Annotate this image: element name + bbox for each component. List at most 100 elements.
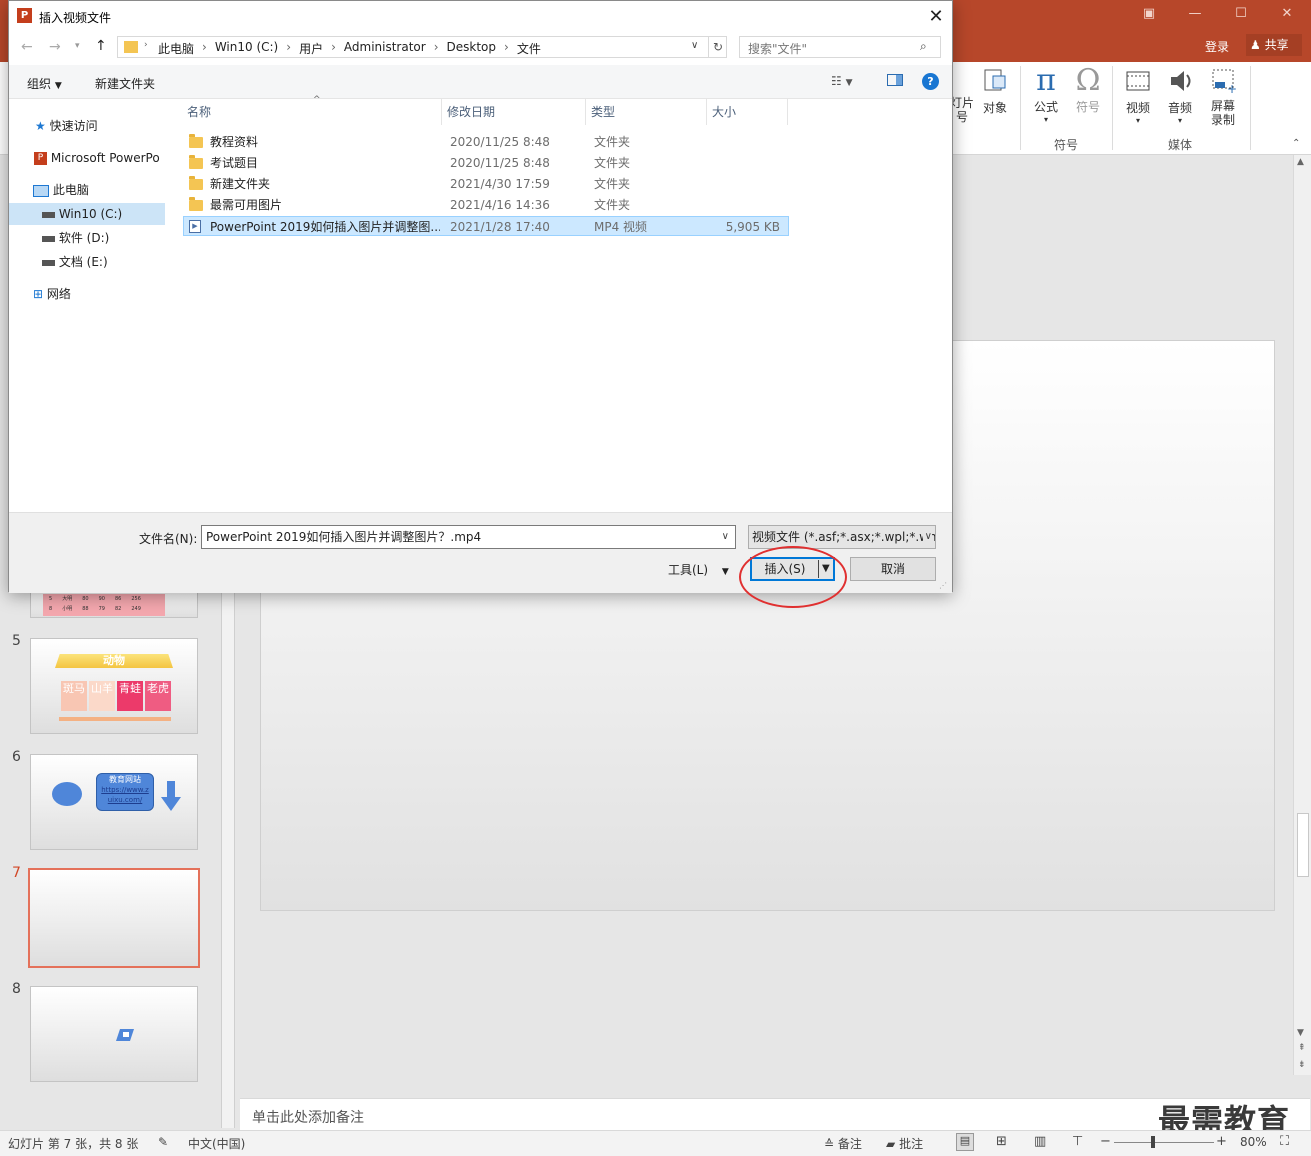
equation-button[interactable]: π 公式 ▾ xyxy=(1028,64,1064,125)
audio-button[interactable]: 音频 ▾ xyxy=(1162,66,1198,126)
search-icon: ⌕ xyxy=(920,39,927,53)
file-row[interactable]: 考试题目 2020/11/25 8:48 文件夹 xyxy=(183,153,789,173)
notes-pane[interactable]: 单击此处添加备注 xyxy=(240,1098,1310,1131)
filename-input[interactable]: PowerPoint 2019如何插入图片并调整图片？.mp4 ∨ xyxy=(201,525,736,549)
slide-counter: 幻灯片 第 7 张，共 8 张 xyxy=(8,1137,139,1151)
search-input[interactable]: 搜索"文件" ⌕ xyxy=(739,36,941,58)
up-arrow-icon[interactable]: ↑ xyxy=(95,38,107,54)
breadcrumb-item[interactable]: 用户 xyxy=(299,40,323,57)
breadcrumb-item[interactable]: Desktop xyxy=(447,40,497,57)
close-icon[interactable]: ✕ xyxy=(1272,6,1302,21)
chevron-down-icon: ▾ xyxy=(1177,116,1182,125)
search-placeholder: 搜索"文件" xyxy=(748,42,808,56)
cancel-button[interactable]: 取消 xyxy=(850,557,936,581)
back-arrow-icon[interactable]: ← xyxy=(21,39,33,55)
column-divider[interactable] xyxy=(441,99,442,125)
breadcrumb-item[interactable]: 文件 xyxy=(517,40,541,57)
object-button[interactable]: 对象 xyxy=(978,66,1012,116)
file-type-filter[interactable]: 视频文件 (*.asf;*.asx;*.wpl;*.wm ∨ xyxy=(748,525,936,549)
preview-pane-icon[interactable] xyxy=(887,74,903,86)
dialog-close-icon[interactable]: ✕ xyxy=(924,5,948,29)
zoom-level[interactable]: 80% xyxy=(1240,1135,1267,1149)
nav-item-drive-c[interactable]: Win10 (C:) xyxy=(9,203,165,225)
column-divider[interactable] xyxy=(787,99,788,125)
file-row[interactable]: 教程资料 2020/11/25 8:48 文件夹 xyxy=(183,132,789,152)
view-options-icon[interactable]: ☷ ▼ xyxy=(831,74,853,88)
previous-slide-icon[interactable]: ⇞ xyxy=(1298,1043,1306,1053)
collapse-ribbon-icon[interactable]: ⌃ xyxy=(1292,138,1300,149)
thumb6-box: 教育网站 https://www.zuixu.com/ xyxy=(96,773,154,811)
zoom-out-icon[interactable]: − xyxy=(1100,1134,1111,1149)
maximize-icon[interactable]: ☐ xyxy=(1226,6,1256,21)
symbol-label: 符号 xyxy=(1075,100,1100,114)
breadcrumb-item[interactable]: Administrator xyxy=(344,40,426,57)
column-header-name[interactable]: 名称 xyxy=(187,103,211,120)
column-header-size[interactable]: 大小 xyxy=(712,103,736,120)
help-icon[interactable]: ? xyxy=(922,73,939,90)
scroll-up-icon[interactable]: ▲ xyxy=(1297,157,1304,167)
column-header-date[interactable]: 修改日期 xyxy=(447,103,495,120)
reading-view-icon[interactable]: ▥ xyxy=(1034,1134,1046,1149)
notes-toggle[interactable]: ≙ 备注 xyxy=(824,1135,862,1152)
nav-item-drive-e[interactable]: 文档 (E:) xyxy=(9,251,165,273)
file-row[interactable]: 新建文件夹 2021/4/30 17:59 文件夹 xyxy=(183,174,789,194)
thumbnail-scrollbar[interactable] xyxy=(221,592,235,1128)
organize-button[interactable]: 组织 ▼ xyxy=(27,75,62,92)
nav-item-powerpoint[interactable]: P Microsoft PowerPo xyxy=(9,147,165,169)
recent-locations-icon[interactable]: ▾ xyxy=(75,41,80,51)
share-label: 共享 xyxy=(1264,38,1289,52)
symbol-button[interactable]: Ω 符号 xyxy=(1070,64,1106,115)
zoom-slider[interactable] xyxy=(1114,1142,1214,1143)
column-header-type[interactable]: 类型 xyxy=(591,103,615,120)
refresh-icon[interactable]: ↻ xyxy=(708,37,727,57)
resize-grip-icon[interactable]: ⋰ xyxy=(939,581,947,590)
scroll-thumb[interactable] xyxy=(1297,813,1309,877)
nav-label: 此电脑 xyxy=(52,183,89,197)
slide-thumbnail-6[interactable]: 教育网站 https://www.zuixu.com/ xyxy=(30,754,198,850)
slide-thumbnail-5[interactable]: 动物 斑马 山羊 青蛙 老虎 xyxy=(30,638,198,734)
breadcrumb-separator-icon: › xyxy=(286,40,292,54)
slideshow-icon[interactable]: ⊤ xyxy=(1072,1134,1083,1149)
nav-item-this-pc[interactable]: 此电脑 xyxy=(9,179,165,201)
slide-sorter-icon[interactable]: ⊞ xyxy=(996,1134,1007,1149)
zoom-slider-thumb[interactable] xyxy=(1151,1136,1155,1148)
screen-recording-button[interactable]: + 屏幕 录制 xyxy=(1204,66,1242,127)
pi-icon: π xyxy=(1036,63,1056,98)
forward-arrow-icon[interactable]: → xyxy=(49,39,61,55)
cell: 86 xyxy=(114,596,122,602)
minimize-icon[interactable]: — xyxy=(1180,6,1210,21)
slide-thumbnail-8[interactable] xyxy=(30,986,198,1082)
breadcrumb-item[interactable]: Win10 (C:) xyxy=(215,40,278,57)
tools-button[interactable]: 工具(L) ▼ xyxy=(668,561,729,578)
thumb6-link: https://www.zuixu.com/ xyxy=(101,786,149,804)
video-button[interactable]: 视频 ▾ xyxy=(1120,66,1156,126)
normal-view-icon[interactable]: ▤ xyxy=(956,1133,974,1151)
nav-item-drive-d[interactable]: 软件 (D:) xyxy=(9,227,165,249)
slide-thumbnail-4[interactable]: 5 大明 80 90 86 256 8 小明 88 79 82 249 xyxy=(30,592,198,618)
slide-thumbnail-7[interactable] xyxy=(28,868,200,968)
language-indicator[interactable]: 中文(中国) xyxy=(188,1135,245,1152)
next-slide-icon[interactable]: ⇟ xyxy=(1298,1060,1306,1070)
nav-item-network[interactable]: ⊞ 网络 xyxy=(9,283,165,305)
slide-number-button[interactable]: 灯片 号 xyxy=(950,96,974,124)
comments-toggle[interactable]: ▰ 批注 xyxy=(886,1135,923,1152)
new-folder-button[interactable]: 新建文件夹 xyxy=(95,75,155,92)
slide-scrollbar[interactable]: ▲ ▼ ⇞ ⇟ xyxy=(1293,155,1311,1075)
column-divider[interactable] xyxy=(585,99,586,125)
file-row[interactable]: 最需可用图片 2021/4/16 14:36 文件夹 xyxy=(183,195,789,215)
scroll-down-icon[interactable]: ▼ xyxy=(1297,1028,1304,1038)
spell-check-icon[interactable]: ✎ xyxy=(158,1135,168,1149)
file-row-selected[interactable]: ▶ PowerPoint 2019如何插入图片并调整图... 2021/1/28… xyxy=(183,216,789,236)
share-button[interactable]: ♟ 共享 xyxy=(1246,34,1302,56)
omega-icon: Ω xyxy=(1075,63,1101,98)
address-box[interactable]: › 此电脑 › Win10 (C:) › 用户 › Administrator › De… xyxy=(117,36,727,58)
sign-in-link[interactable]: 登录 xyxy=(1205,38,1229,55)
column-divider[interactable] xyxy=(706,99,707,125)
breadcrumb-item[interactable]: 此电脑 xyxy=(158,40,194,57)
chevron-down-icon[interactable]: ∨ xyxy=(691,40,698,51)
chevron-down-icon[interactable]: ∨ xyxy=(722,526,729,548)
nav-item-quick-access[interactable]: ★ 快速访问 xyxy=(9,115,165,137)
restore-ribbon-icon[interactable]: ▣ xyxy=(1134,6,1164,21)
zoom-in-icon[interactable]: + xyxy=(1216,1134,1227,1149)
fit-to-window-icon[interactable]: ⛶ xyxy=(1280,1134,1289,1149)
